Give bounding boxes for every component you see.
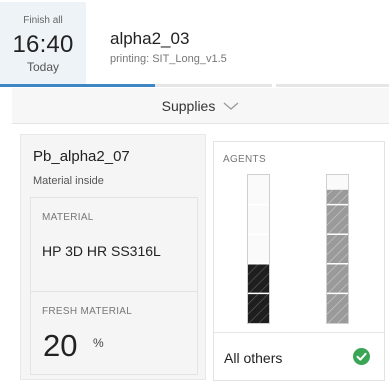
check-circle-icon	[353, 348, 370, 365]
job-status: printing: SIT_Long_v1.5	[110, 53, 227, 65]
agent-cartridge-1[interactable]	[247, 174, 270, 324]
material-status: Material inside	[33, 175, 104, 187]
finish-day: Today	[26, 60, 60, 74]
supplies-label: Supplies	[161, 97, 216, 114]
fresh-material-card: FRESH MATERIAL 20 %	[30, 291, 198, 375]
job-progress-fill	[0, 84, 155, 87]
all-others-label: All others	[224, 350, 283, 366]
material-unit-name: Pb_alpha2_07	[33, 148, 130, 165]
finish-all-label: Finish all	[23, 15, 63, 26]
finish-all-box: Finish all 16:40 Today	[0, 2, 86, 84]
fresh-material-label: FRESH MATERIAL	[42, 306, 133, 317]
fresh-material-value: 20	[43, 328, 78, 363]
job-header: Finish all 16:40 Today alpha2_03 printin…	[0, 0, 389, 87]
job-progress-bar	[0, 84, 389, 87]
supplies-dropdown[interactable]: Supplies	[12, 88, 389, 124]
material-panel: Pb_alpha2_07 Material inside MATERIAL HP…	[20, 134, 206, 380]
material-type-label: MATERIAL	[42, 212, 94, 223]
agents-label: AGENTS	[223, 154, 266, 165]
fresh-material-unit: %	[93, 336, 104, 350]
finish-time: 16:40	[12, 31, 74, 58]
material-type-value: HP 3D HR SS316L	[42, 243, 161, 259]
chevron-down-icon	[223, 102, 239, 110]
agents-divider	[214, 332, 384, 333]
agents-panel: AGENTS All others	[213, 141, 385, 381]
job-progress-divider	[272, 84, 276, 87]
agent-level-fill	[327, 189, 348, 323]
agent-cartridge-2[interactable]	[326, 174, 349, 324]
job-name[interactable]: alpha2_03	[110, 29, 189, 49]
material-type-card: MATERIAL HP 3D HR SS316L	[30, 197, 198, 293]
